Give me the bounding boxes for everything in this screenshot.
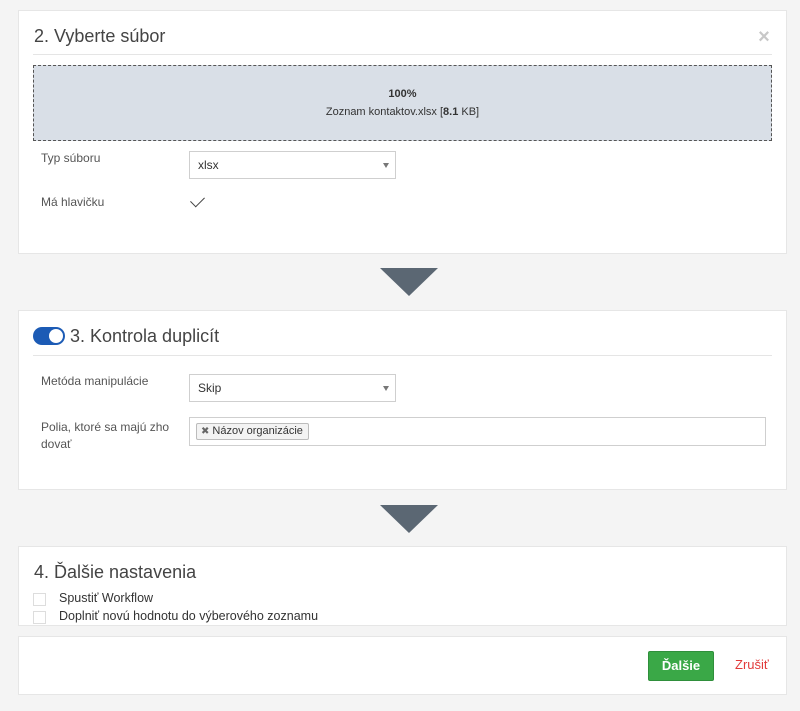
file-type-value: xlsx <box>198 158 219 172</box>
step-arrow-down-icon <box>380 505 438 533</box>
chevron-down-icon <box>383 386 389 391</box>
remove-tag-icon[interactable]: ✖ <box>201 426 209 437</box>
field-tag: ✖ Názov organizácie <box>196 423 309 440</box>
match-fields-label-line2: dovať <box>41 437 72 451</box>
file-type-select[interactable]: xlsx <box>189 151 396 179</box>
method-value: Skip <box>198 381 222 395</box>
has-header-checkbox[interactable] <box>190 192 205 208</box>
method-label: Metóda manipulácie <box>41 374 149 388</box>
divider <box>33 54 772 55</box>
file-type-label: Typ súboru <box>41 151 101 165</box>
duplicates-section-title: 3. Kontrola duplicít <box>70 326 220 346</box>
duplicates-toggle[interactable] <box>33 327 65 345</box>
add-picklist-value-label: Doplniť novú hodnotu do výberového zozna… <box>59 609 319 623</box>
close-icon[interactable]: × <box>756 27 772 47</box>
upload-progress-percent: 100% <box>388 88 417 100</box>
chevron-down-icon <box>383 163 389 168</box>
file-dropzone[interactable]: 100% Zoznam kontaktov.xlsx [8.1 KB] <box>33 65 772 141</box>
next-button[interactable]: Ďalšie <box>648 651 714 681</box>
run-workflow-checkbox[interactable] <box>33 593 46 606</box>
other-settings-title: 4. Ďalšie nastavenia <box>34 562 197 582</box>
toggle-knob <box>49 329 63 343</box>
uploaded-file-info: Zoznam kontaktov.xlsx [8.1 KB] <box>34 106 771 118</box>
file-section-panel: 2. Vyberte súbor × 100% Zoznam kontaktov… <box>18 10 787 254</box>
cancel-button[interactable]: Zrušiť <box>735 657 769 672</box>
other-settings-panel: 4. Ďalšie nastavenia Spustiť Workflow Do… <box>18 546 787 626</box>
divider <box>33 355 772 356</box>
match-fields-input[interactable]: ✖ Názov organizácie <box>189 417 766 446</box>
add-picklist-value-checkbox[interactable] <box>33 611 46 624</box>
step-arrow-down-icon <box>380 268 438 296</box>
run-workflow-label: Spustiť Workflow <box>59 591 154 605</box>
uploaded-file-size-unit: KB] <box>458 106 480 118</box>
match-fields-label: Polia, ktoré sa majú zho dovať <box>41 419 169 453</box>
has-header-label: Má hlavičku <box>41 195 105 209</box>
footer-panel: Ďalšie Zrušiť <box>18 636 787 695</box>
duplicates-section-panel: 3. Kontrola duplicít Metóda manipulácie … <box>18 310 787 490</box>
file-section-title: 2. Vyberte súbor <box>34 26 166 46</box>
uploaded-file-size: 8.1 <box>443 106 459 118</box>
field-tag-label: Názov organizácie <box>212 425 303 437</box>
match-fields-label-line1: Polia, ktoré sa majú zho <box>41 420 170 434</box>
method-select[interactable]: Skip <box>189 374 396 402</box>
uploaded-file-name: Zoznam kontaktov.xlsx [ <box>325 106 444 118</box>
